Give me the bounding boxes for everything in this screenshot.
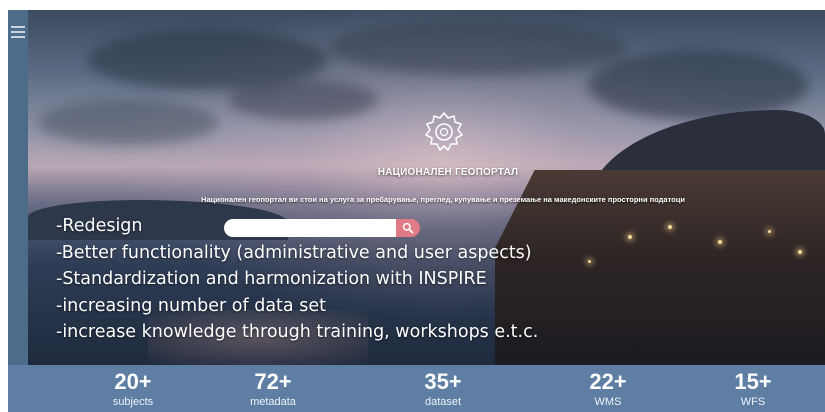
- portal-title: НАЦИОНАЛЕН ГЕОПОРТАЛ: [377, 167, 519, 178]
- stat-label: dataset: [424, 396, 462, 408]
- cloud: [328, 20, 628, 75]
- cloud: [228, 80, 378, 120]
- bullet-item: -Better functionality (administrative an…: [56, 242, 532, 263]
- bullet-item: -Standardization and harmonization with …: [56, 269, 487, 289]
- stat-subjects[interactable]: 20+ subjects: [88, 369, 178, 409]
- cloud: [38, 100, 218, 145]
- stat-label: metadata: [250, 396, 296, 408]
- stats-bar: 20+ subjects 72+ metadata 35+ dataset 22…: [8, 365, 825, 412]
- stat-value: 20+: [114, 369, 152, 394]
- stat-value: 15+: [734, 369, 772, 394]
- bullet-list: -Redesign -Better functionality (adminis…: [56, 213, 796, 346]
- bullet-item: -increasing number of data set: [56, 295, 326, 316]
- stat-label: subjects: [112, 396, 154, 408]
- left-sidebar: [8, 10, 28, 412]
- page: НАЦИОНАЛЕН ГЕОПОРТАЛ Национален геопорта…: [8, 10, 825, 412]
- light: [798, 250, 802, 254]
- stat-value: 35+: [424, 369, 462, 394]
- stat-value: 72+: [254, 369, 292, 394]
- gear-emblem-icon: [425, 112, 463, 151]
- stat-value: 22+: [589, 369, 627, 394]
- stat-label: WFS: [740, 396, 766, 408]
- bullet-item: -Redesign: [56, 216, 143, 236]
- stat-wfs[interactable]: 15+ WFS: [708, 369, 798, 409]
- portal-subtitle: Национален геопортал ви стои на услуга з…: [201, 195, 685, 204]
- stat-label: WMS: [594, 396, 622, 408]
- stat-metadata[interactable]: 72+ metadata: [228, 369, 318, 409]
- hamburger-menu-icon[interactable]: [11, 26, 25, 41]
- stat-wms[interactable]: 22+ WMS: [563, 369, 653, 409]
- bullet-item: -increase knowledge through training, wo…: [56, 322, 539, 342]
- stat-dataset[interactable]: 35+ dataset: [398, 369, 488, 409]
